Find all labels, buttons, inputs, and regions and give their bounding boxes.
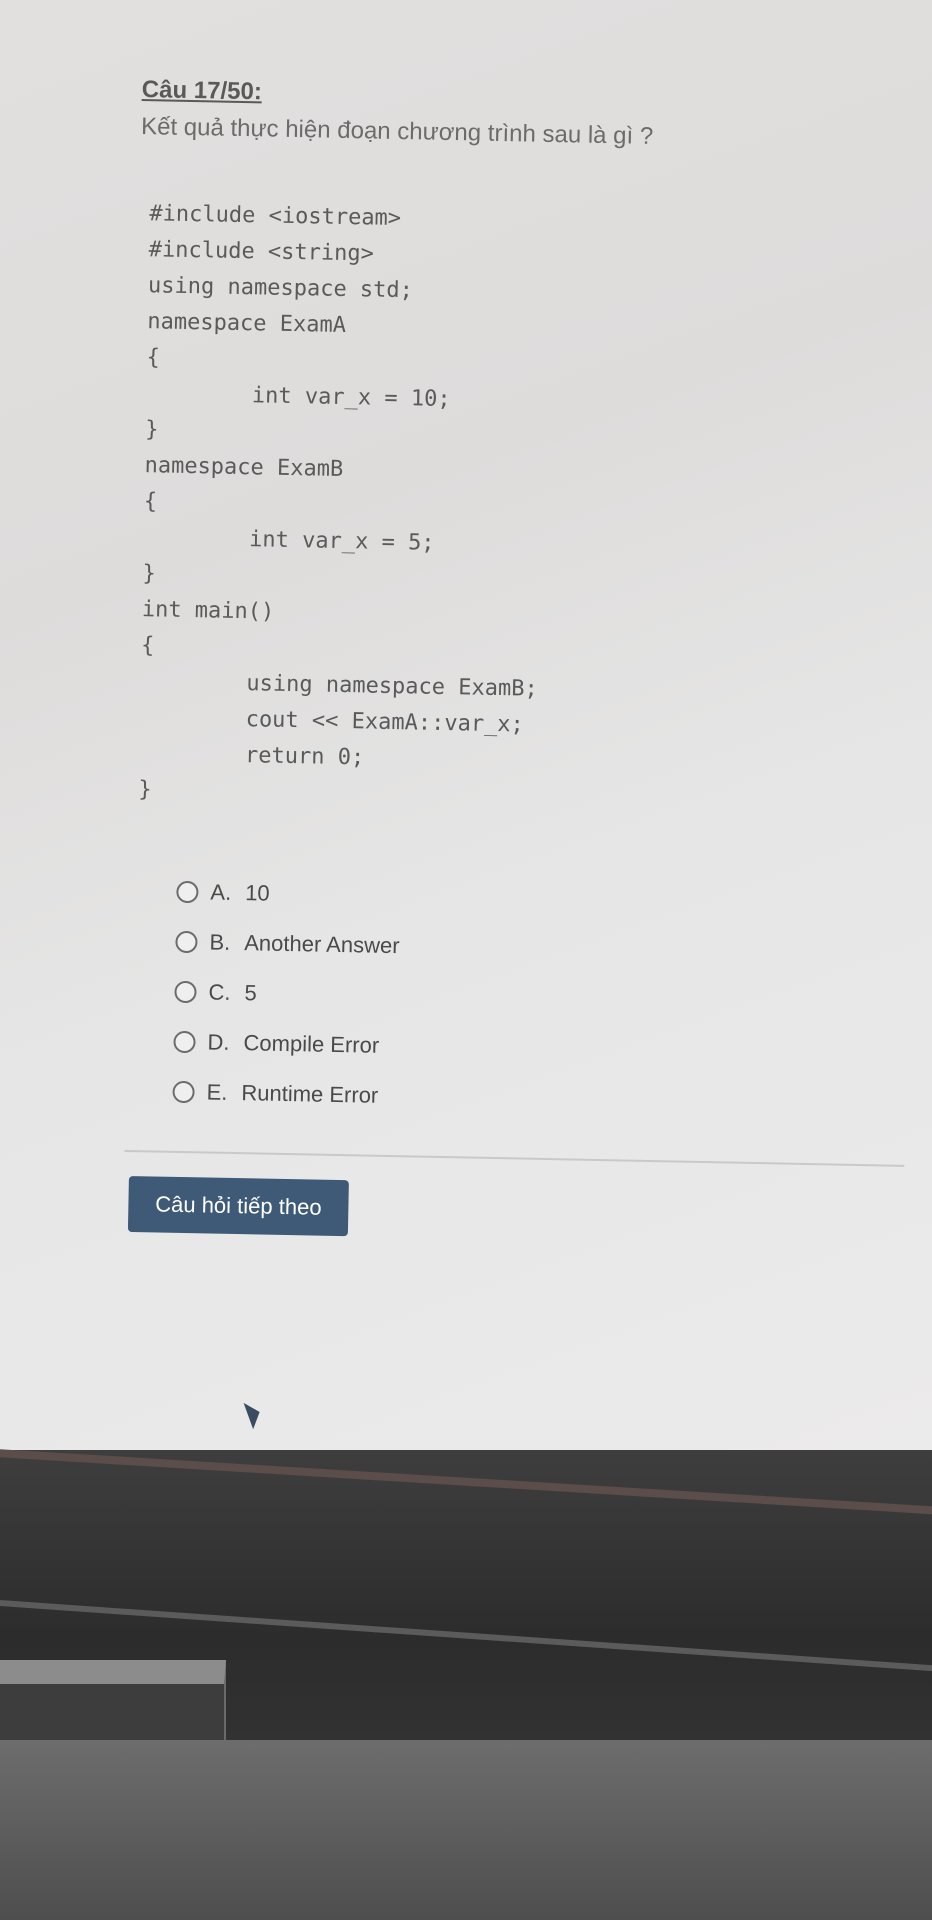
answer-options: A. 10 B. Another Answer C. 5 D. Compile …: [172, 867, 401, 1121]
option-e[interactable]: E. Runtime Error: [172, 1067, 397, 1121]
code-line: }: [138, 777, 152, 803]
divider: [124, 1149, 905, 1167]
option-label: Compile Error: [243, 1030, 380, 1058]
screen: Câu 17/50: Kết quả thực hiện đoạn chương…: [0, 0, 932, 1460]
code-line: namespace ExamB: [144, 453, 344, 482]
option-b[interactable]: B. Another Answer: [175, 917, 400, 971]
option-letter: B.: [209, 929, 231, 955]
code-block: #include <iostream> #include <string> usin…: [138, 196, 547, 816]
option-label: 10: [244, 880, 270, 906]
mouse-cursor-icon: [243, 1398, 265, 1430]
option-d[interactable]: D. Compile Error: [173, 1017, 398, 1071]
option-letter: C.: [208, 979, 231, 1005]
option-label: Another Answer: [244, 930, 400, 959]
option-c[interactable]: C. 5: [174, 967, 399, 1021]
option-letter: D.: [207, 1029, 230, 1055]
code-line: int var_x = 10;: [145, 381, 451, 413]
laptop-base: [0, 1740, 932, 1920]
radio-button[interactable]: [175, 930, 198, 954]
radio-button[interactable]: [172, 1080, 195, 1104]
option-letter: E.: [206, 1079, 228, 1105]
code-line: int main(): [141, 597, 275, 625]
question-number: Câu 17/50:: [141, 76, 263, 106]
option-letter: A.: [210, 879, 232, 905]
question-text: Kết quả thực hiện đoạn chương trình sau …: [140, 113, 654, 150]
option-label: Runtime Error: [241, 1080, 379, 1108]
radio-button[interactable]: [176, 880, 199, 904]
option-label: 5: [244, 980, 257, 1006]
code-line: int var_x = 5;: [142, 525, 435, 556]
radio-button[interactable]: [174, 980, 197, 1004]
radio-button[interactable]: [173, 1030, 196, 1054]
quiz-panel: Câu 17/50: Kết quả thực hiện đoạn chương…: [0, 0, 932, 1415]
code-line: namespace ExamA: [147, 309, 347, 338]
option-a[interactable]: A. 10: [176, 867, 401, 921]
code-line: return 0;: [138, 741, 365, 771]
next-question-button[interactable]: Câu hỏi tiếp theo: [127, 1175, 349, 1237]
